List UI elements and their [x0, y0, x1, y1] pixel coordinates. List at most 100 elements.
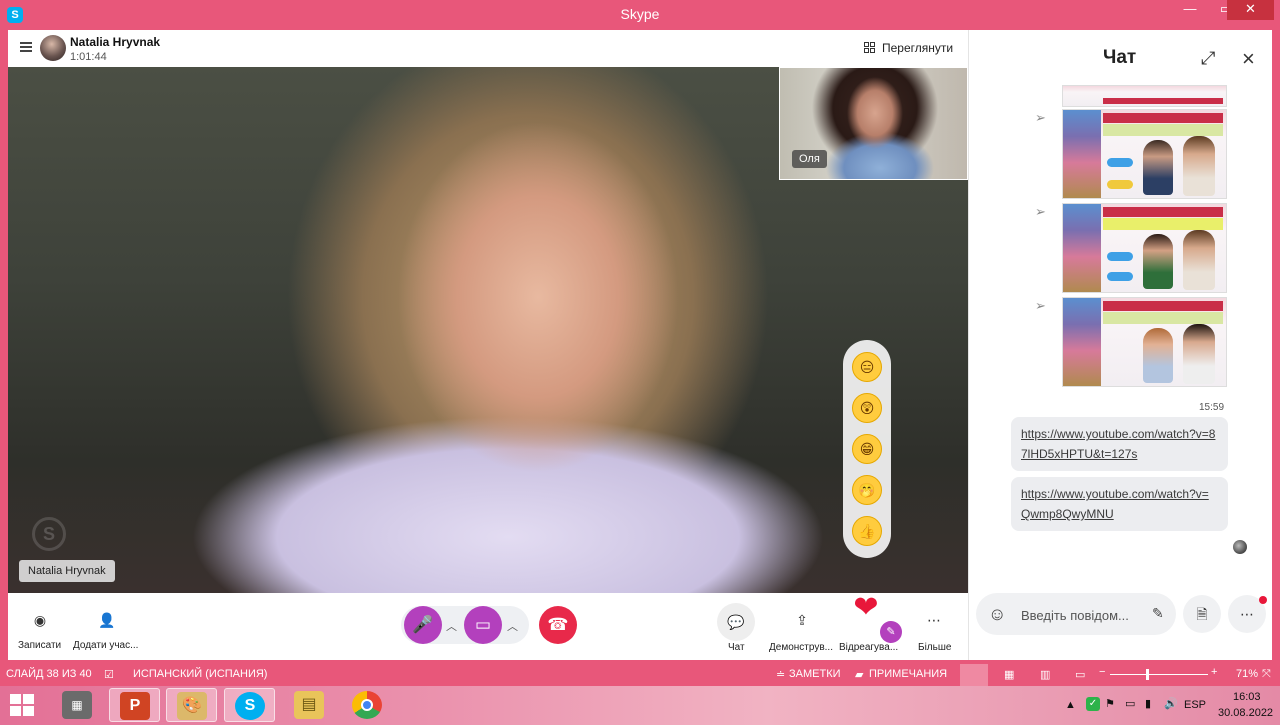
microphone-button[interactable]: 🎤	[404, 606, 442, 644]
tray-flag-icon[interactable]: ⚑	[1105, 697, 1115, 710]
taskbar-chrome-icon[interactable]	[342, 688, 393, 722]
tray-network-icon[interactable]: ▭	[1125, 697, 1135, 710]
self-view-label: Оля	[792, 150, 827, 168]
camera-button[interactable]: ▭	[464, 606, 502, 644]
skype-watermark-icon: S	[32, 517, 66, 551]
taskbar-skype-icon[interactable]: S	[224, 688, 275, 722]
zoom-slider[interactable]	[1110, 674, 1208, 675]
expand-icon[interactable]: ⤢	[1201, 48, 1215, 69]
clock-time[interactable]: 16:03	[1233, 691, 1261, 703]
normal-view-icon[interactable]	[960, 664, 988, 686]
spellcheck-icon[interactable]: ☑	[104, 668, 114, 681]
caller-name[interactable]: Natalia Hryvnak	[70, 35, 160, 49]
windows-taskbar: ▦ P 🎨 S ▤ ▲ ✓ ⚑ ▭ ▮ 🔊 ESP 16:03 30.08.20…	[0, 686, 1280, 725]
reactions-panel: 😑 😲 😁 🤭 👍	[843, 340, 891, 558]
read-receipt-avatar	[1233, 540, 1247, 554]
image-message-thumb-1[interactable]	[1062, 109, 1227, 199]
chat-message-link[interactable]: https://www.youtube.com/watch?v=Qwmp8Qwy…	[1011, 477, 1228, 531]
call-controls: ◉ Записати 👤 Додати учас... 🎤 ︿ ▭ ︿ ☎ 💬 …	[8, 593, 968, 660]
language-indicator[interactable]: ИСПАНСКИЙ (ИСПАНИЯ)	[133, 668, 267, 680]
slide-counter: СЛАЙД 38 ИЗ 40	[6, 668, 92, 680]
expressionless-emoji-icon[interactable]: 😑	[852, 352, 882, 382]
slide-sorter-icon[interactable]: ▦	[1004, 668, 1014, 681]
zoom-in-button[interactable]: +	[1211, 666, 1217, 678]
window-titlebar: S Skype — ▭ ✕	[0, 0, 1280, 30]
tray-overflow-icon[interactable]: ▲	[1065, 699, 1076, 711]
youtube-link-1[interactable]: https://www.youtube.com/watch?v=87lHD5xH…	[1021, 427, 1215, 461]
sent-icon: ➢	[1035, 298, 1046, 313]
tray-check-icon[interactable]: ✓	[1086, 697, 1100, 711]
taskbar-powerpoint-icon[interactable]: P	[109, 688, 160, 722]
heart-reaction-icon[interactable]: ❤	[848, 593, 884, 623]
grin-emoji-icon[interactable]: 😁	[852, 434, 882, 464]
sent-icon: ➢	[1035, 110, 1046, 125]
comments-button[interactable]: ПРИМЕЧАНИЯ	[869, 668, 947, 680]
add-participant-label[interactable]: Додати учас...	[73, 640, 138, 651]
taskbar-explorer-icon[interactable]: ▤	[284, 688, 335, 722]
image-message-thumb-2[interactable]	[1062, 203, 1227, 293]
close-window-button[interactable]: ✕	[1227, 0, 1274, 20]
thumbs-up-emoji-icon[interactable]: 👍	[852, 516, 882, 546]
sent-icon: ➢	[1035, 204, 1046, 219]
menu-icon[interactable]	[20, 42, 32, 52]
share-screen-icon[interactable]: ⇪	[788, 606, 816, 634]
main-video: S Оля Natalia Hryvnak	[8, 67, 968, 593]
image-message-thumb-0[interactable]	[1062, 85, 1227, 107]
call-header: Natalia Hryvnak 1:01:44 Переглянути	[8, 30, 968, 67]
more-label[interactable]: Більше	[918, 642, 951, 653]
remote-name-tag: Natalia Hryvnak	[19, 560, 115, 582]
zoom-level[interactable]: 71%	[1236, 668, 1258, 680]
format-pen-icon[interactable]: ✎	[1152, 605, 1164, 622]
slideshow-icon[interactable]: ▭	[1075, 668, 1085, 681]
windows-start-icon[interactable]	[10, 694, 34, 716]
share-screen-label[interactable]: Демонструв...	[769, 642, 833, 653]
message-input-field[interactable]: Введіть повідом...	[1021, 608, 1129, 623]
chat-toggle-icon[interactable]: 💬	[717, 603, 755, 641]
more-icon[interactable]: ⋯	[920, 606, 948, 634]
message-input-box[interactable]: ☺ Введіть повідом... ✎	[976, 593, 1176, 635]
caller-avatar[interactable]	[40, 35, 66, 61]
emoji-picker-icon[interactable]: ☺	[988, 604, 1006, 625]
record-icon[interactable]: ◉	[26, 606, 54, 634]
zoom-slider-thumb[interactable]	[1146, 669, 1149, 680]
powerpoint-status-bar: СЛАЙД 38 ИЗ 40 ☑ ИСПАНСКИЙ (ИСПАНИЯ) ≐ З…	[0, 664, 1280, 686]
clock-date[interactable]: 30.08.2022	[1218, 707, 1273, 719]
react-label[interactable]: Відреагува...	[839, 642, 898, 653]
giggle-emoji-icon[interactable]: 🤭	[852, 475, 882, 505]
notes-icon[interactable]: ≐	[776, 668, 785, 681]
hang-up-button[interactable]: ☎	[539, 606, 577, 644]
attach-file-button[interactable]: 🗎	[1183, 595, 1221, 633]
tray-signal-icon[interactable]: ▮	[1145, 697, 1151, 710]
image-message-thumb-3[interactable]	[1062, 297, 1227, 387]
tray-volume-icon[interactable]: 🔊	[1164, 697, 1178, 710]
pencil-icon[interactable]: ✎	[880, 621, 902, 643]
input-language[interactable]: ESP	[1184, 699, 1206, 711]
taskbar-paint-icon[interactable]: 🎨	[166, 688, 217, 722]
chat-message-link[interactable]: https://www.youtube.com/watch?v=87lHD5xH…	[1011, 417, 1228, 471]
comments-icon[interactable]: ▰	[855, 668, 863, 681]
chat-close-icon[interactable]: ×	[1242, 46, 1255, 72]
record-label[interactable]: Записати	[18, 640, 61, 651]
notes-button[interactable]: ЗАМЕТКИ	[789, 668, 841, 680]
window-title: Skype	[620, 6, 660, 22]
camera-options-chevron-icon[interactable]: ︿	[507, 618, 518, 634]
self-view-video[interactable]: Оля	[779, 67, 968, 180]
chat-toggle-label[interactable]: Чат	[728, 642, 745, 653]
chat-title: Чат	[1103, 47, 1137, 68]
grid-view-icon[interactable]	[864, 42, 875, 53]
mic-options-chevron-icon[interactable]: ︿	[446, 618, 457, 634]
zoom-out-button[interactable]: −	[1099, 666, 1105, 678]
notification-dot	[1259, 596, 1267, 604]
call-duration: 1:01:44	[70, 51, 107, 63]
message-timestamp: 15:59	[1199, 402, 1225, 413]
chat-panel: Чат ⤢ × ➢ ➢ ➢ 15:59 https://www.youtube.…	[968, 30, 1272, 660]
minimize-button[interactable]: —	[1170, 0, 1210, 20]
astonished-emoji-icon[interactable]: 😲	[852, 393, 882, 423]
youtube-link-2[interactable]: https://www.youtube.com/watch?v=Qwmp8Qwy…	[1021, 487, 1209, 521]
taskbar-desktop-icon[interactable]: ▦	[52, 688, 103, 722]
fit-slide-icon[interactable]: ⤧	[1262, 668, 1271, 681]
review-button[interactable]: Переглянути	[882, 41, 953, 55]
add-participant-icon[interactable]: 👤	[93, 606, 121, 634]
reading-view-icon[interactable]: ▥	[1040, 668, 1050, 681]
skype-window: Natalia Hryvnak 1:01:44 Переглянути S Ол…	[8, 30, 1272, 660]
